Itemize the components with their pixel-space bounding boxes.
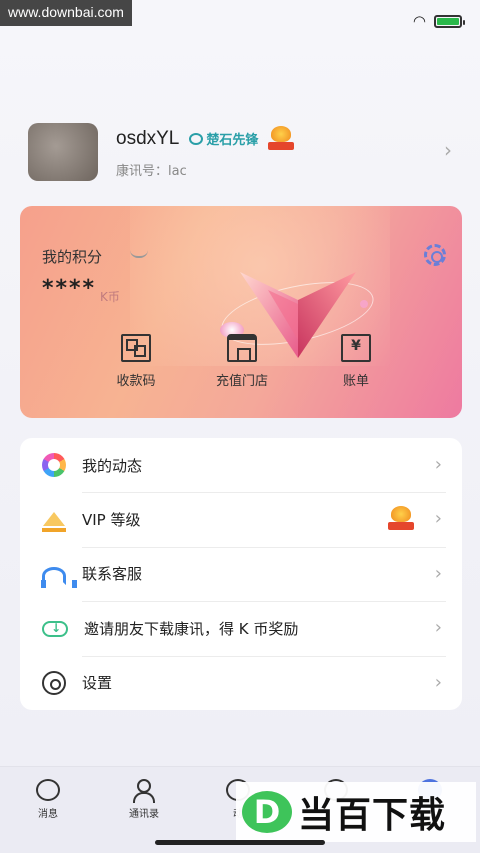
bill-button[interactable]: ¥ 账单 (316, 334, 396, 389)
menu-card: 我的动态 › VIP 等级 › 联系客服 › 邀请朋友下载康讯，得 K 币奖励 … (20, 438, 462, 710)
shop-icon (227, 334, 257, 362)
menu-item-invite-friends[interactable]: 邀请朋友下载康讯，得 K 币奖励 › (20, 601, 462, 655)
settings-icon (42, 670, 66, 695)
receive-code-label: 收款码 (116, 374, 156, 389)
watermark-bottom: D 当百下载 (236, 782, 476, 842)
tab-label: 通讯录 (129, 809, 159, 820)
watermark-top: www.downbai.com (0, 0, 132, 26)
chevron-right-icon: › (434, 508, 442, 530)
recharge-store-button[interactable]: 充值门店 (202, 334, 282, 389)
chevron-right-icon: › (434, 671, 442, 693)
message-icon (36, 779, 60, 801)
bill-label: 账单 (342, 374, 369, 389)
name-row: osdxYL 楚石先锋 (116, 125, 295, 152)
menu-label: 我的动态 (82, 456, 143, 475)
vip-medal-icon (388, 506, 414, 532)
menu-item-moments[interactable]: 我的动态 › (20, 438, 462, 492)
status-bar: ◠ (412, 12, 465, 30)
pioneer-badge-label: 楚石先锋 (206, 133, 259, 148)
home-indicator (155, 840, 325, 845)
menu-item-vip-level[interactable]: VIP 等级 › (20, 492, 462, 546)
pioneer-ring-icon (189, 132, 204, 145)
glow-orb-small (360, 300, 368, 308)
points-value: **** (42, 276, 97, 301)
chevron-right-icon: › (444, 138, 452, 162)
username: osdxYL (116, 127, 180, 149)
points-title: 我的积分 (42, 248, 103, 266)
profile-info: osdxYL 楚石先锋 康讯号：lac (116, 125, 295, 179)
menu-label: VIP 等级 (82, 511, 141, 530)
pioneer-badge: 楚石先锋 (189, 129, 258, 148)
battery-icon (434, 14, 465, 28)
tab-contacts[interactable]: 通讯录 (114, 779, 174, 820)
menu-label: 联系客服 (82, 565, 143, 584)
moments-icon (42, 453, 66, 478)
watermark-logo-icon: D (242, 791, 292, 833)
recharge-store-label: 充值门店 (215, 374, 268, 389)
menu-item-settings[interactable]: 设置 › (20, 655, 462, 710)
points-unit: K币 (100, 290, 120, 304)
card-settings-icon[interactable] (424, 244, 446, 266)
menu-item-customer-service[interactable]: 联系客服 › (20, 546, 462, 601)
chevron-right-icon: › (434, 617, 442, 639)
menu-label: 邀请朋友下载康讯，得 K 币奖励 (84, 619, 299, 638)
profile-header[interactable]: osdxYL 楚石先锋 康讯号：lac › (28, 122, 458, 182)
menu-label: 设置 (82, 674, 113, 693)
contacts-icon (132, 779, 156, 803)
crown-icon (42, 508, 66, 532)
bill-icon: ¥ (341, 334, 371, 362)
vip-medal-icon (268, 125, 295, 152)
chevron-right-icon: › (434, 454, 442, 475)
wifi-icon: ◠ (412, 12, 426, 30)
chevron-right-icon: › (434, 562, 442, 584)
receive-code-button[interactable]: 收款码 (96, 334, 176, 389)
cloud-download-icon (42, 621, 68, 638)
watermark-text: 当百下载 (298, 795, 447, 836)
tab-label: 消息 (38, 809, 58, 820)
headset-icon (41, 566, 77, 588)
avatar[interactable] (28, 123, 98, 181)
qr-code-icon (121, 334, 151, 362)
tab-messages[interactable]: 消息 (18, 779, 78, 820)
points-card: 我的积分 **** K币 收款码 充值门店 ¥ 账单 (20, 206, 462, 418)
kangxun-id: 康讯号：lac (116, 163, 187, 179)
